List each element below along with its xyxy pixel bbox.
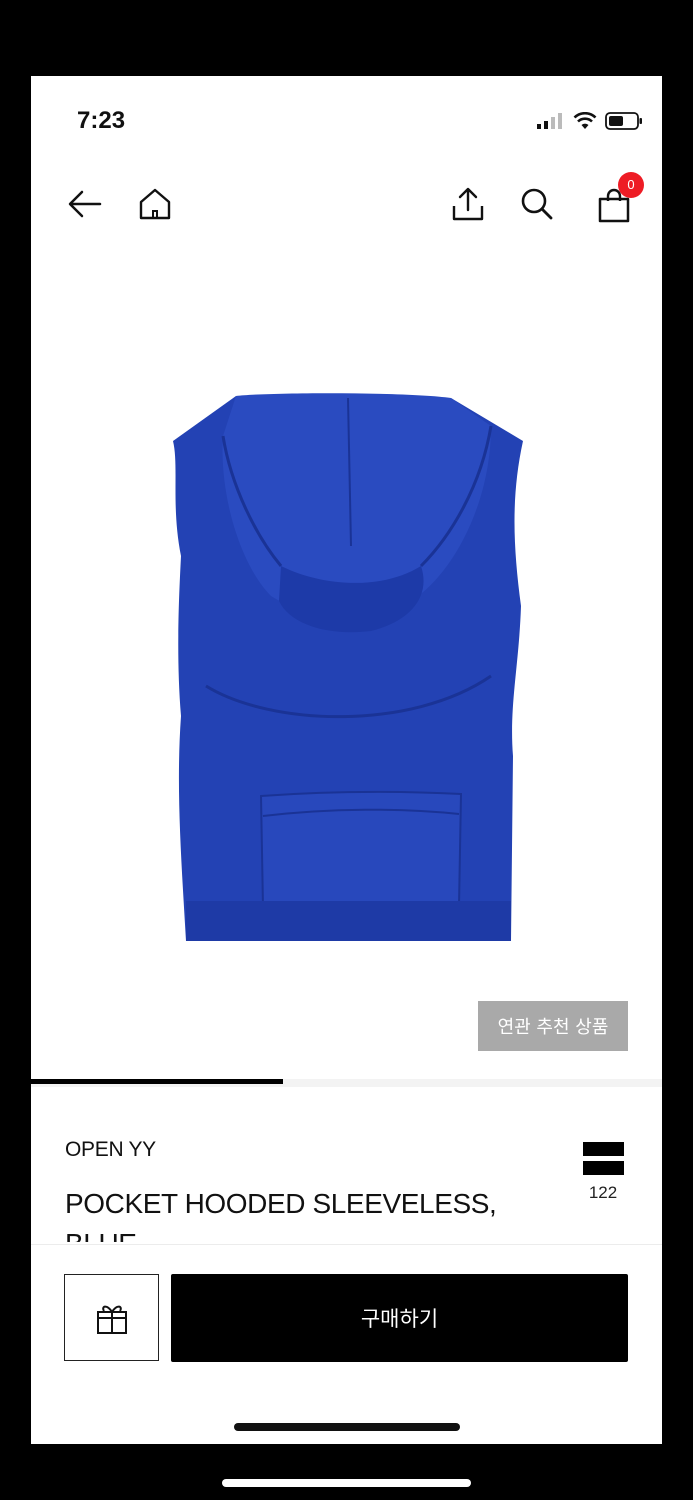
home-icon bbox=[139, 188, 171, 220]
gift-icon bbox=[96, 1305, 127, 1334]
battery-icon bbox=[605, 112, 643, 135]
top-nav-bar: 0 bbox=[31, 172, 662, 236]
sleeveless-hoodie-image bbox=[173, 393, 523, 941]
home-indicator[interactable] bbox=[234, 1423, 460, 1431]
like-bar-bottom bbox=[582, 1161, 624, 1175]
buy-button[interactable]: 구매하기 bbox=[171, 1274, 628, 1362]
share-icon bbox=[452, 187, 484, 221]
gift-button[interactable] bbox=[64, 1274, 159, 1361]
home-button[interactable] bbox=[131, 176, 179, 232]
product-image[interactable] bbox=[161, 386, 531, 956]
outer-home-indicator bbox=[222, 1479, 471, 1487]
search-icon bbox=[521, 188, 553, 220]
related-products-button[interactable]: 연관 추천 상품 bbox=[478, 1001, 628, 1051]
gallery-progress-track bbox=[31, 1079, 662, 1087]
back-button[interactable] bbox=[61, 176, 109, 232]
like-bar-top bbox=[582, 1142, 624, 1156]
like-button[interactable]: 122 bbox=[581, 1142, 625, 1203]
like-count: 122 bbox=[588, 1183, 618, 1202]
status-bar: 7:23 bbox=[31, 76, 662, 166]
app-screen: 7:23 0 연관 추천 상품 OPEN YY POCKET HOODED SL… bbox=[31, 76, 662, 1444]
cart-button[interactable]: 0 bbox=[584, 172, 644, 232]
status-time: 7:23 bbox=[77, 107, 126, 134]
back-arrow-icon bbox=[68, 190, 102, 218]
product-title: POCKET HOODED SLEEVELESS, BLUE bbox=[65, 1188, 497, 1242]
cart-count-badge: 0 bbox=[618, 172, 644, 198]
gallery-progress-fill bbox=[31, 1079, 284, 1084]
wifi-icon bbox=[573, 111, 597, 135]
status-icons bbox=[537, 111, 643, 135]
cellular-signal-icon bbox=[537, 113, 565, 134]
brand-name[interactable]: OPEN YY bbox=[65, 1138, 156, 1162]
divider bbox=[31, 1244, 662, 1245]
search-button[interactable] bbox=[513, 176, 561, 232]
share-button[interactable] bbox=[444, 176, 492, 232]
